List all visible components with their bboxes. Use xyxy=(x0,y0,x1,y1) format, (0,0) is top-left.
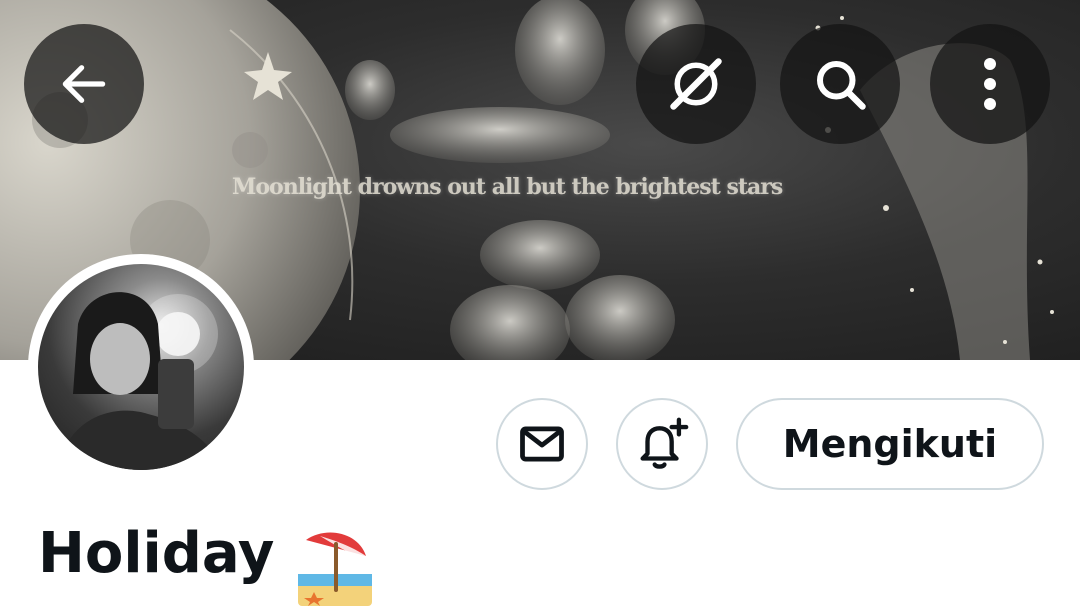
message-button[interactable] xyxy=(496,398,588,490)
beach-umbrella-icon xyxy=(298,532,372,606)
profile-page: Moonlight drowns out all but the brighte… xyxy=(0,0,1080,608)
banner-quote: Moonlight drowns out all but the brighte… xyxy=(232,174,783,200)
back-button[interactable] xyxy=(24,24,144,144)
more-vertical-icon xyxy=(984,58,996,110)
grok-slash-icon xyxy=(670,58,722,110)
search-button[interactable] xyxy=(780,24,900,144)
bell-plus-icon xyxy=(640,417,689,469)
avatar-image xyxy=(38,264,244,470)
notify-button[interactable] xyxy=(616,398,708,490)
following-button[interactable]: Mengikuti xyxy=(736,398,1044,490)
grok-button[interactable] xyxy=(636,24,756,144)
search-icon xyxy=(817,61,866,110)
envelope-icon xyxy=(520,426,564,462)
display-name: Holiday xyxy=(38,521,275,586)
arrow-left-icon xyxy=(62,65,106,103)
avatar[interactable] xyxy=(28,254,254,480)
more-options-button[interactable] xyxy=(930,24,1050,144)
